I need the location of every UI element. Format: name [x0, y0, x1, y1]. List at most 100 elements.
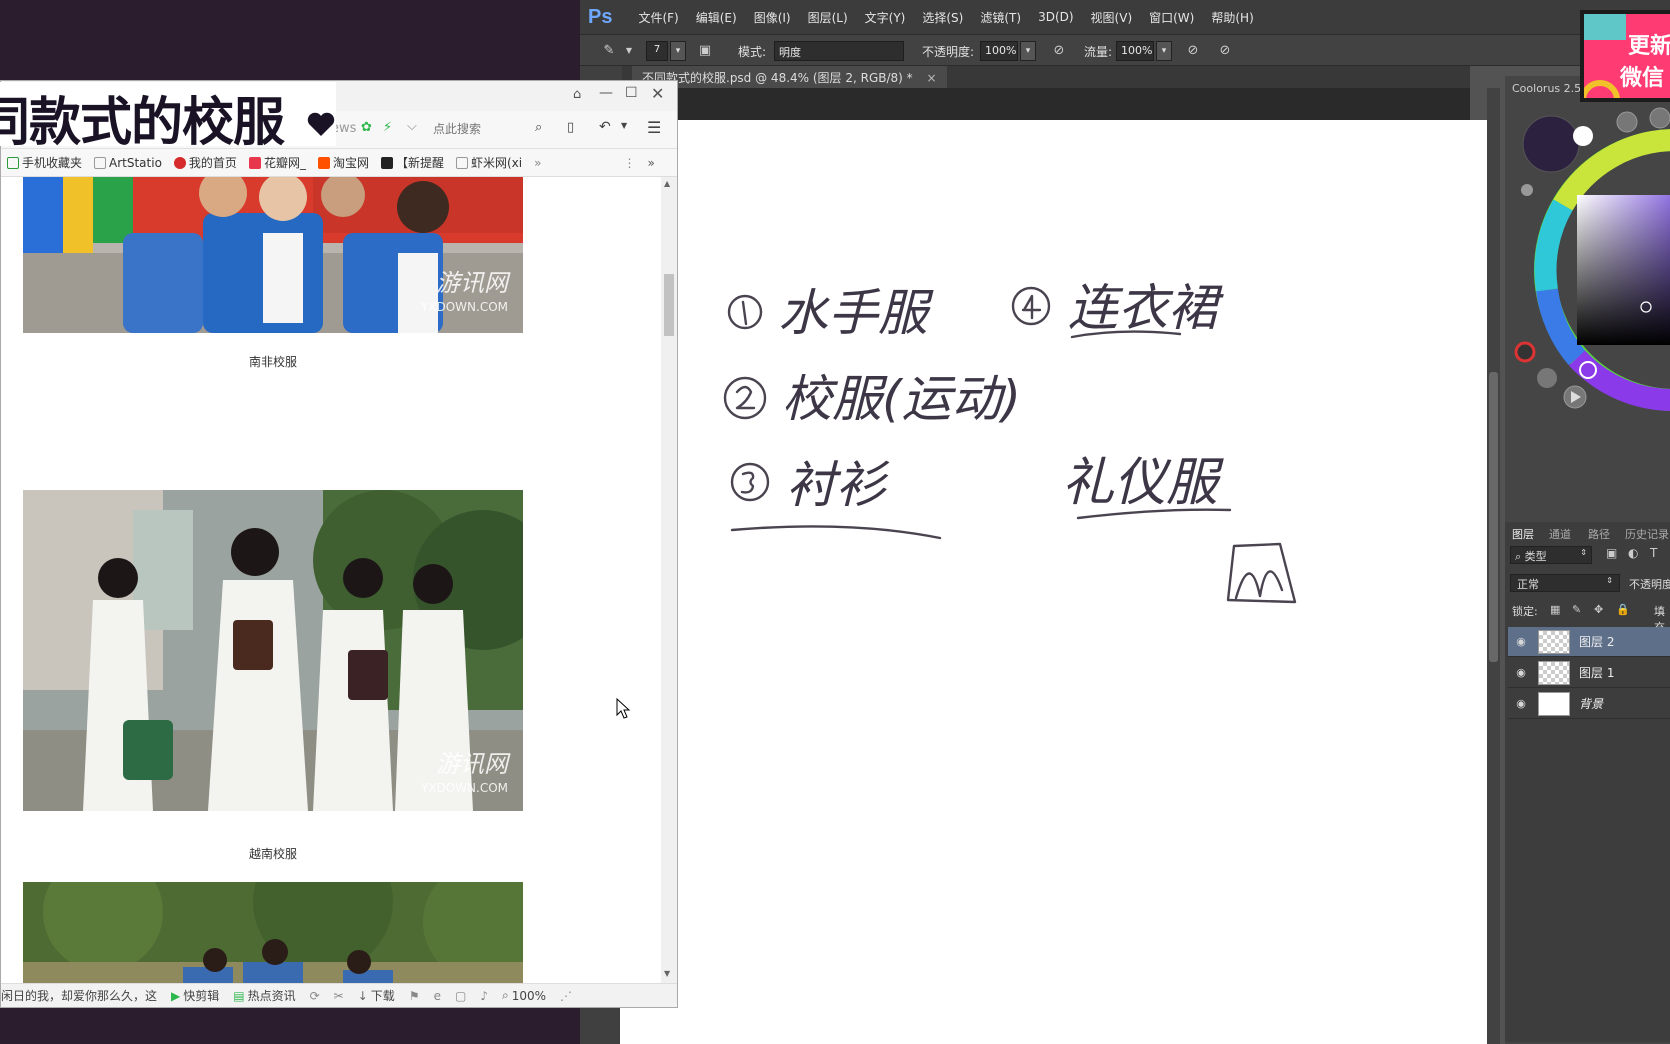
menu-filter[interactable]: 滤镜(T)	[980, 9, 1021, 26]
ps-scroll-thumb[interactable]	[1489, 372, 1498, 662]
eye-icon[interactable]: ◉	[1514, 697, 1528, 710]
eye-icon[interactable]: ◉	[1514, 666, 1528, 679]
chevron-down-icon: ⇕	[1580, 548, 1587, 557]
brush-tool-icon[interactable]: ✎	[600, 43, 618, 59]
layer-row-background[interactable]: ◉ 背景	[1508, 689, 1670, 719]
layer-filter-select[interactable]: ⌕ 类型 ⇕	[1510, 546, 1592, 564]
brush-panel-icon[interactable]: ▣	[696, 43, 714, 59]
menu-edit[interactable]: 编辑(E)	[696, 9, 737, 26]
menu-select[interactable]: 选择(S)	[922, 9, 963, 26]
hot-news-button[interactable]: ▤ 热点资讯	[233, 987, 295, 1004]
lock-transparent-icon[interactable]: ▦	[1550, 603, 1560, 616]
layer-row-2[interactable]: ◉ 图层 2	[1508, 627, 1670, 657]
maximize-icon[interactable]: ☐	[625, 85, 638, 101]
close-icon[interactable]: ✕	[651, 84, 664, 103]
lock-all-icon[interactable]: 🔒	[1616, 603, 1630, 616]
layer-row-1[interactable]: ◉ 图层 1	[1508, 658, 1670, 688]
filter-type-icon[interactable]: T	[1650, 546, 1657, 560]
close-tab-icon[interactable]: ×	[927, 71, 937, 85]
heart-icon	[307, 112, 335, 136]
color-harmony-icon[interactable]	[1514, 341, 1536, 363]
window-icon[interactable]: ▢	[455, 989, 466, 1003]
flow-field[interactable]: 100%	[1116, 41, 1154, 61]
vertical-dots-icon[interactable]: ⋮	[623, 156, 635, 170]
menu-view[interactable]: 视图(V)	[1091, 9, 1133, 26]
undo-dropdown-icon[interactable]: ▼	[621, 121, 627, 130]
color-wheel[interactable]	[1505, 100, 1670, 420]
sync-icon[interactable]: ⟳	[310, 989, 320, 1003]
minimize-icon[interactable]: —	[599, 85, 613, 101]
download-icon: ↓	[357, 988, 368, 1003]
pressure-size-icon[interactable]: ⊘	[1216, 43, 1234, 59]
undo-icon[interactable]: ↶	[599, 119, 611, 135]
scroll-up-icon[interactable]: ▲	[664, 179, 670, 188]
menu-layer[interactable]: 图层(L)	[808, 9, 848, 26]
resize-grip-icon[interactable]: ⋰	[560, 989, 572, 1003]
tab-history[interactable]: 历史记录	[1625, 526, 1669, 542]
tab-channels[interactable]: 通道	[1549, 526, 1571, 542]
opacity-field[interactable]: 100%	[980, 41, 1018, 61]
mobile-icon[interactable]: ▯	[567, 120, 574, 135]
wheel-back-icon[interactable]	[1537, 368, 1557, 388]
clip-button[interactable]: ▶ 快剪辑	[171, 987, 219, 1004]
refresh-green-icon[interactable]: ✿	[361, 120, 372, 135]
lock-move-icon[interactable]: ✥	[1594, 603, 1603, 616]
flag-icon[interactable]: ⚑	[409, 989, 420, 1003]
menu-file[interactable]: 文件(F)	[638, 9, 678, 26]
more-bookmarks-icon[interactable]: »	[534, 156, 541, 170]
brush-size-field[interactable]: 7	[646, 41, 668, 61]
wheel-option-icon[interactable]	[1616, 111, 1638, 133]
sound-icon[interactable]: ♪	[480, 989, 488, 1003]
menu-icon[interactable]: ☰	[647, 118, 661, 137]
opacity-arrow-icon[interactable]: ▾	[1020, 41, 1036, 61]
browser-scroll-thumb[interactable]	[664, 274, 674, 336]
search-icon[interactable]: ⌕	[535, 120, 542, 135]
bookmark-item[interactable]: ArtStatio	[94, 156, 162, 170]
ie-icon[interactable]: e	[434, 989, 441, 1003]
pin-icon[interactable]: ✂	[334, 989, 344, 1003]
download-button[interactable]: ↓ 下载	[358, 987, 395, 1004]
menu-image[interactable]: 图像(I)	[754, 9, 791, 26]
menu-3d[interactable]: 3D(D)	[1038, 10, 1073, 24]
brightness-icon[interactable]	[1521, 184, 1533, 196]
bookmark-item[interactable]: 【新提醒	[380, 154, 444, 171]
secondary-color-swatch[interactable]	[1573, 126, 1593, 146]
search-input[interactable]	[433, 117, 551, 141]
menu-help[interactable]: 帮助(H)	[1211, 9, 1253, 26]
expand-icon[interactable]: »	[647, 156, 654, 170]
lock-paint-icon[interactable]: ✎	[1572, 603, 1581, 616]
airbrush-icon[interactable]: ⊘	[1184, 43, 1202, 59]
tab-layers[interactable]: 图层	[1512, 526, 1534, 542]
brush-size-arrow-icon[interactable]: ▾	[670, 41, 686, 61]
brush-preset-arrow-icon[interactable]: ▼	[620, 43, 638, 59]
blend-mode-select[interactable]: 正常 ⇕	[1510, 574, 1620, 592]
eye-icon[interactable]: ◉	[1514, 635, 1528, 648]
wheel-option-icon-2[interactable]	[1649, 107, 1670, 129]
scroll-down-icon[interactable]: ▼	[664, 969, 670, 978]
bookmark-item[interactable]: 手机收藏夹	[7, 154, 82, 171]
tab-paths[interactable]: 路径	[1588, 526, 1610, 542]
menu-window[interactable]: 窗口(W)	[1149, 9, 1194, 26]
bookmark-item[interactable]: 花瓣网_	[248, 154, 306, 171]
ps-canvas[interactable]: 水手服 连衣裙 校服(运动) 衬衫 礼仪服	[620, 120, 1487, 1044]
bookmark-label: 手机收藏夹	[22, 156, 83, 170]
page-icon	[455, 156, 468, 169]
chevron-down-icon[interactable]: ⌵	[407, 119, 417, 134]
mode-select[interactable]: 明度	[774, 41, 904, 61]
note-shirt: 衬衫	[786, 456, 890, 514]
zoom-control[interactable]: ⌕ 100%	[502, 988, 546, 1003]
speed-icon[interactable]: ⚡	[383, 120, 392, 135]
document-tab[interactable]: 不同款式的校服.psd @ 48.4% (图层 2, RGB/8) * ×	[632, 66, 947, 88]
bookmark-item[interactable]: 我的首页	[173, 154, 237, 171]
skin-icon[interactable]: ⌂	[573, 87, 581, 102]
filter-adjust-icon[interactable]: ◐	[1628, 546, 1638, 560]
filter-image-icon[interactable]: ▣	[1606, 546, 1617, 560]
flow-arrow-icon[interactable]: ▾	[1156, 41, 1172, 61]
bookmark-item[interactable]: 淘宝网	[317, 154, 369, 171]
pressure-opacity-icon[interactable]: ⊘	[1050, 43, 1068, 59]
note-number-1-stroke	[741, 300, 748, 326]
current-color-swatch[interactable]	[1522, 115, 1580, 173]
news-ticker[interactable]: 闲日的我，却爱你那么久，这样	[1, 987, 157, 1004]
bookmark-item[interactable]: 虾米网(xi	[455, 154, 522, 171]
menu-type[interactable]: 文字(Y)	[865, 9, 906, 26]
